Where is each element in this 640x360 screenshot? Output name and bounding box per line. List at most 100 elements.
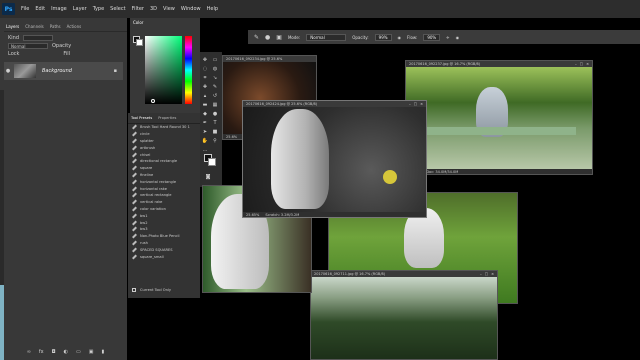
document-window-2-active[interactable]: 20170616_092424.jpg @ 25.6% (RGB/8) – □ × … <box>242 100 427 218</box>
eraser-tool-icon[interactable]: ▬ <box>202 102 209 108</box>
tab-channels[interactable]: Channels <box>25 24 44 29</box>
photo-canvas[interactable] <box>243 107 426 212</box>
link-layers-icon[interactable]: ∞ <box>27 349 31 355</box>
pressure-opacity-icon[interactable]: ◉ <box>398 35 402 40</box>
history-brush-icon[interactable]: ↺ <box>212 93 219 99</box>
brush-tool-icon[interactable]: ✎ <box>212 84 219 90</box>
list-item[interactable]: rush <box>128 240 200 247</box>
list-item[interactable]: horizontal rake <box>128 185 200 192</box>
list-item[interactable]: fineline <box>128 172 200 179</box>
shape-tool-icon[interactable]: ■ <box>212 129 219 135</box>
healing-tool-icon[interactable]: ✚ <box>202 84 209 90</box>
photo-canvas[interactable] <box>311 277 497 359</box>
document-window-3[interactable]: 20170616_092237.jpg @ 16.7% (RGB/8) – □ × … <box>405 60 593 175</box>
menu-file[interactable]: File <box>21 6 29 12</box>
close-icon[interactable]: × <box>491 272 494 276</box>
list-item[interactable]: artbrush <box>128 144 200 151</box>
list-item[interactable]: Brush Tool Hard Round 30 1 <box>128 124 200 131</box>
brush-panel-icon[interactable]: ▣ <box>276 34 282 41</box>
list-item[interactable]: splatter <box>128 138 200 145</box>
opacity-input[interactable]: 99% <box>374 33 392 41</box>
list-item[interactable]: vertical rake <box>128 199 200 206</box>
type-tool-icon[interactable]: T <box>212 120 219 126</box>
gradient-tool-icon[interactable]: ▦ <box>212 102 219 108</box>
brush-preset-icon[interactable]: ✎ <box>254 34 259 41</box>
crop-tool-icon[interactable]: ⌗ <box>202 75 209 81</box>
list-item[interactable]: circle <box>128 131 200 138</box>
flow-input[interactable]: 90% <box>423 33 441 41</box>
menu-view[interactable]: View <box>163 6 175 12</box>
path-select-icon[interactable]: ➤ <box>202 129 209 135</box>
tab-tool-presets[interactable]: Tool Presets <box>131 116 152 120</box>
background-color-swatch[interactable] <box>136 39 143 46</box>
new-layer-icon[interactable]: ▣ <box>89 349 94 355</box>
stamp-tool-icon[interactable]: ▴ <box>202 93 209 99</box>
mode-dropdown[interactable]: Normal <box>306 33 347 41</box>
list-item[interactable]: color variation <box>128 206 200 213</box>
tab-paths[interactable]: Paths <box>50 24 61 29</box>
current-tool-only-checkbox[interactable] <box>132 288 136 292</box>
list-item[interactable]: bw2 <box>128 219 200 226</box>
menu-edit[interactable]: Edit <box>35 6 45 12</box>
list-item[interactable]: directional rectangle <box>128 158 200 165</box>
blur-tool-icon[interactable]: ◆ <box>202 111 209 117</box>
color-picker-cursor[interactable] <box>151 99 155 103</box>
list-item[interactable]: square_small <box>128 253 200 260</box>
adjustment-icon[interactable]: ◐ <box>64 349 68 355</box>
menu-filter[interactable]: Filter <box>132 6 144 12</box>
close-icon[interactable]: × <box>586 62 589 66</box>
zoom-tool-icon[interactable]: ⚲ <box>212 138 219 144</box>
tab-properties[interactable]: Properties <box>158 116 176 120</box>
dodge-tool-icon[interactable]: ● <box>212 111 219 117</box>
menu-help[interactable]: Help <box>207 6 218 12</box>
minimize-icon[interactable]: – <box>575 62 577 66</box>
menu-layer[interactable]: Layer <box>73 6 87 12</box>
photo-canvas[interactable] <box>406 67 592 169</box>
menu-select[interactable]: Select <box>110 6 125 12</box>
list-item[interactable]: bw1 <box>128 212 200 219</box>
lasso-tool-icon[interactable]: ◌ <box>202 66 209 72</box>
pen-tool-icon[interactable]: ✒ <box>202 120 209 126</box>
trash-icon[interactable]: ▮ <box>101 349 104 355</box>
tab-layers[interactable]: Layers <box>6 24 19 29</box>
list-item[interactable]: SPACED SQUARES <box>128 246 200 253</box>
group-icon[interactable]: ▭ <box>76 349 81 355</box>
kind-filter-dropdown[interactable] <box>23 35 54 41</box>
list-item[interactable]: square <box>128 165 200 172</box>
tab-actions[interactable]: Actions <box>67 24 82 29</box>
list-item[interactable]: chisel <box>128 151 200 158</box>
menu-image[interactable]: Image <box>51 6 67 12</box>
list-item[interactable]: vertical rectangle <box>128 192 200 199</box>
menu-type[interactable]: Type <box>93 6 104 12</box>
hue-slider[interactable] <box>185 36 192 104</box>
brush-size-icon[interactable]: ● <box>265 34 270 41</box>
layer-style-icon[interactable]: fx <box>39 349 44 355</box>
menu-3d[interactable]: 3D <box>150 6 157 12</box>
quick-mask-icon[interactable]: ◙ <box>205 174 212 180</box>
list-item[interactable]: horizontal rectangle <box>128 178 200 185</box>
document-window-5[interactable]: 20170616_092711.jpg @ 16.7% (RGB/8) – □ × <box>310 270 498 360</box>
menu-window[interactable]: Window <box>181 6 201 12</box>
maximize-icon[interactable]: □ <box>580 62 583 66</box>
more-tools-icon[interactable]: … <box>202 147 209 153</box>
maximize-icon[interactable]: □ <box>485 272 488 276</box>
airbrush-icon[interactable]: ✈ <box>446 35 449 40</box>
marquee-tool-icon[interactable]: ▭ <box>212 57 219 63</box>
pressure-size-icon[interactable]: ◉ <box>456 35 460 40</box>
minimize-icon[interactable]: – <box>480 272 482 276</box>
blend-mode-dropdown[interactable]: Normal <box>8 43 48 49</box>
eyedropper-tool-icon[interactable]: ↘ <box>212 75 219 81</box>
close-icon[interactable]: × <box>420 102 423 106</box>
background-color-icon[interactable] <box>208 158 216 166</box>
mask-icon[interactable]: ◘ <box>52 349 56 355</box>
color-panel-tab[interactable]: Color <box>130 18 200 26</box>
quick-select-tool-icon[interactable]: ◍ <box>212 66 219 72</box>
hand-tool-icon[interactable]: ✋ <box>202 138 209 144</box>
list-item[interactable]: bw3 <box>128 226 200 233</box>
layer-row-background[interactable]: ● Background ▪ <box>4 62 123 80</box>
move-tool-icon[interactable]: ✥ <box>202 57 209 63</box>
maximize-icon[interactable]: □ <box>414 102 417 106</box>
color-picker-field[interactable] <box>145 36 182 104</box>
list-item[interactable]: Non-Photo Blue Pencil <box>128 233 200 240</box>
visibility-eye-icon[interactable]: ● <box>4 68 12 74</box>
